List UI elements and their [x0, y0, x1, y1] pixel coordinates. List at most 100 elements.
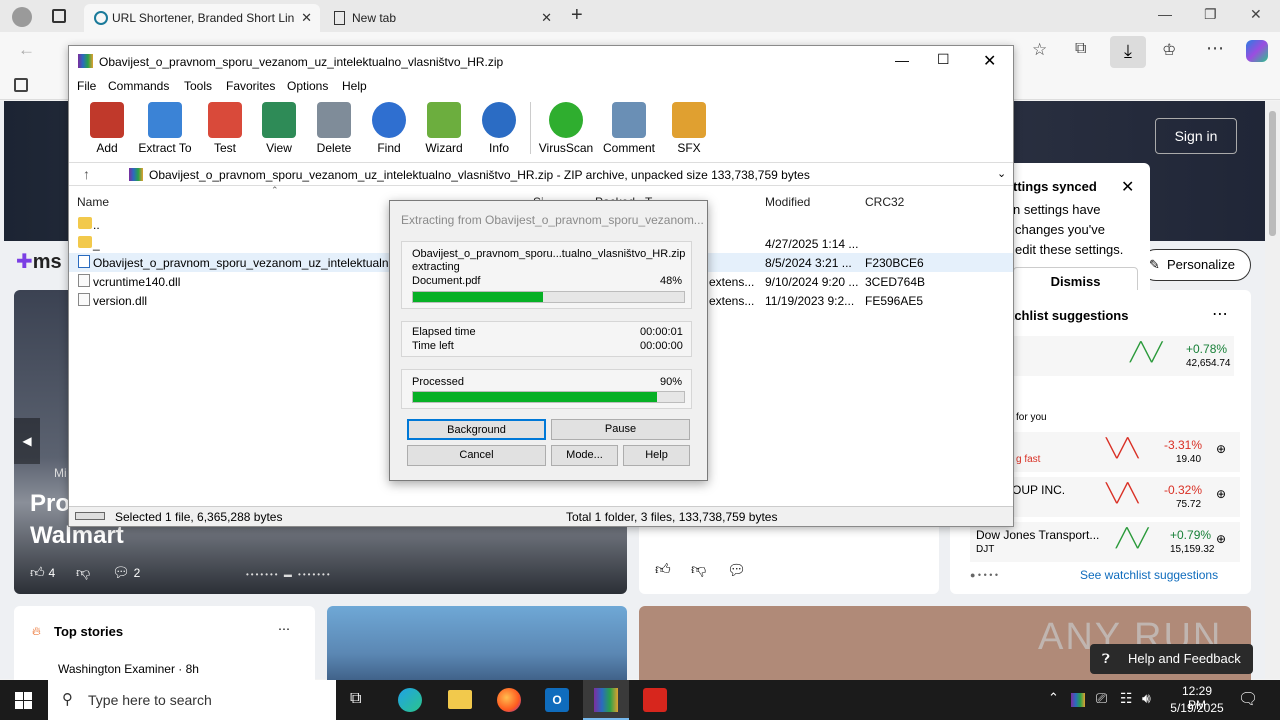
stock-row-4[interactable]: Dow Jones Transport... DJT ╱╲╱ +0.79% 15… [970, 522, 1240, 562]
new-tab-plus-icon[interactable]: + [571, 4, 583, 27]
carousel-dots[interactable]: ••••••• ▬ ••••••• [246, 570, 332, 579]
extensions-icon[interactable]: ♔ [1162, 40, 1176, 60]
source-label[interactable]: Washington Examiner · 8h [58, 662, 199, 676]
path-dropdown-icon[interactable]: ⌄ [997, 167, 1006, 180]
dialog-title[interactable]: Extracting from Obavijest_o_pravnom_spor… [401, 213, 704, 227]
minimize-icon[interactable]: — [1158, 6, 1172, 22]
clock-date[interactable]: 5/19/2025 [1166, 701, 1228, 715]
info-button[interactable]: Info [469, 102, 529, 155]
column-modified[interactable]: Modified [765, 195, 810, 209]
close-tab-icon[interactable]: ✕ [301, 10, 312, 26]
scroll-thumb[interactable] [1269, 111, 1276, 236]
comment-button[interactable]: Comment [599, 102, 659, 155]
news-card-middle[interactable]: 👍︎ 👎︎ 💬︎ [639, 521, 939, 594]
volume-icon[interactable]: 🔊︎ [1142, 690, 1151, 707]
comment-icon[interactable]: 💬︎ [727, 561, 746, 579]
tab-new-tab[interactable]: New tab ✕ [324, 4, 560, 32]
add-icon[interactable]: ⊕ [1216, 487, 1226, 501]
popup-close-icon[interactable]: ✕ [1121, 177, 1134, 197]
delete-button[interactable]: Delete [304, 102, 364, 155]
extract-to-button[interactable]: Extract To [135, 102, 195, 155]
background-button[interactable]: Background [407, 419, 546, 440]
notifications-icon[interactable]: 🗨︎ [1238, 689, 1258, 709]
stock-row-2[interactable]: g fast ╲╱╲ -3.31% 19.40 ⊕ [1010, 432, 1240, 472]
close-window-icon[interactable]: ✕ [1250, 6, 1262, 23]
firefox-icon[interactable] [497, 688, 521, 712]
start-windows-icon[interactable] [15, 692, 32, 709]
like-icon[interactable]: 👍︎ [655, 561, 671, 579]
add-icon[interactable]: ⊕ [1216, 532, 1226, 546]
test-button[interactable]: Test [195, 102, 255, 155]
pause-button[interactable]: Pause [551, 419, 690, 440]
comment-icon[interactable]: 💬︎ 2 [112, 564, 140, 581]
dislike-icon[interactable]: 👎︎ [691, 561, 706, 579]
help-feedback-button[interactable]: ❓︎ Help and Feedback [1090, 644, 1253, 674]
downloads-icon[interactable]: ⤓ [1110, 36, 1146, 68]
page-scrollbar[interactable] [1265, 101, 1280, 679]
virusscan-button[interactable]: VirusScan [536, 102, 596, 155]
dislike-icon[interactable]: 👎︎ [76, 564, 90, 581]
restore-icon[interactable]: ❐ [1204, 6, 1217, 23]
add-button[interactable]: Add [77, 102, 137, 155]
column-name[interactable]: Name [77, 195, 109, 209]
like-icon[interactable]: 👍︎ 4 [30, 564, 55, 581]
taskbar-search-box[interactable]: ⚲ Type here to search [48, 680, 336, 720]
favorites-star-icon[interactable]: ☆ [1032, 40, 1047, 60]
menu-tools[interactable]: Tools [184, 79, 212, 93]
wifi-icon[interactable]: ☷ [1120, 690, 1133, 707]
stock-row-3[interactable]: OUP INC. ╲╱╲ -0.32% 75.72 ⊕ [1010, 477, 1240, 517]
view-button[interactable]: View [249, 102, 309, 155]
winrar-taskbar-icon[interactable] [583, 680, 629, 720]
tool-label: Test [213, 141, 236, 155]
close-window-icon[interactable]: ✕ [983, 51, 996, 71]
add-icon[interactable]: ⊕ [1216, 442, 1226, 456]
outlook-icon[interactable]: O [545, 688, 569, 712]
winrar-tray-icon[interactable] [1071, 693, 1085, 707]
network-icon[interactable]: ⎚ [1096, 690, 1107, 707]
for-you-label: for you [1016, 412, 1047, 423]
close-tab-icon[interactable]: ✕ [541, 10, 552, 26]
see-watchlist-link[interactable]: See watchlist suggestions [1080, 568, 1218, 582]
menu-file[interactable]: File [77, 79, 96, 93]
column-crc32[interactable]: CRC32 [865, 195, 904, 209]
prev-arrow-icon[interactable]: ◀ [14, 418, 40, 464]
profile-avatar[interactable] [12, 7, 32, 27]
sign-in-button[interactable]: Sign in [1155, 118, 1237, 154]
menu-commands[interactable]: Commands [108, 79, 169, 93]
mode-button[interactable]: Mode... [551, 445, 618, 466]
find-button[interactable]: Find [359, 102, 419, 155]
more-options-icon[interactable]: ⋯ [278, 622, 290, 636]
tab-actions-icon[interactable] [52, 9, 66, 23]
hero-headline-line1[interactable]: Pro [30, 490, 70, 518]
archive-path[interactable]: Obavijest_o_pravnom_sporu_vezanom_uz_int… [149, 168, 810, 182]
file-explorer-icon[interactable] [448, 690, 472, 709]
menu-options[interactable]: Options [287, 79, 328, 93]
cancel-button[interactable]: Cancel [407, 445, 546, 466]
copilot-icon[interactable] [1246, 40, 1268, 62]
sfx-button[interactable]: SFX [659, 102, 719, 155]
acrobat-icon[interactable] [643, 688, 667, 712]
more-menu-icon[interactable]: ⋯ [1206, 38, 1224, 59]
stock-value: 75.72 [1176, 499, 1202, 510]
edge-icon[interactable] [398, 688, 422, 712]
winrar-app-icon [78, 54, 93, 68]
maximize-icon[interactable]: ☐ [937, 51, 950, 68]
wizard-button[interactable]: Wizard [414, 102, 474, 155]
stock-row-1[interactable]: ╱╲╱ +0.78% 42,654.74 [1010, 336, 1234, 376]
winrar-titlebar[interactable]: Obavijest_o_pravnom_sporu_vezanom_uz_int… [69, 46, 1013, 76]
minimize-icon[interactable]: — [895, 52, 909, 68]
menu-help[interactable]: Help [342, 79, 367, 93]
more-options-icon[interactable]: ⋯ [1212, 304, 1228, 324]
menu-favorites[interactable]: Favorites [226, 79, 275, 93]
news-image-card[interactable] [327, 606, 627, 686]
show-hidden-icons-icon[interactable]: ⌃ [1048, 690, 1059, 706]
help-button[interactable]: Help [623, 445, 690, 466]
collections-icon[interactable]: ⧉ [1075, 40, 1086, 58]
tab-url-shortener[interactable]: URL Shortener, Branded Short Lin ✕ [84, 4, 320, 32]
personalize-button[interactable]: ✎ Personalize [1140, 249, 1251, 281]
back-icon[interactable]: ← [18, 40, 35, 60]
task-view-icon[interactable]: ⧉ [350, 690, 361, 708]
pagination-dots[interactable]: ● • • • • [970, 570, 998, 580]
stock-change: -0.32% [1164, 483, 1203, 497]
up-arrow-icon[interactable]: ↑ [83, 166, 90, 182]
